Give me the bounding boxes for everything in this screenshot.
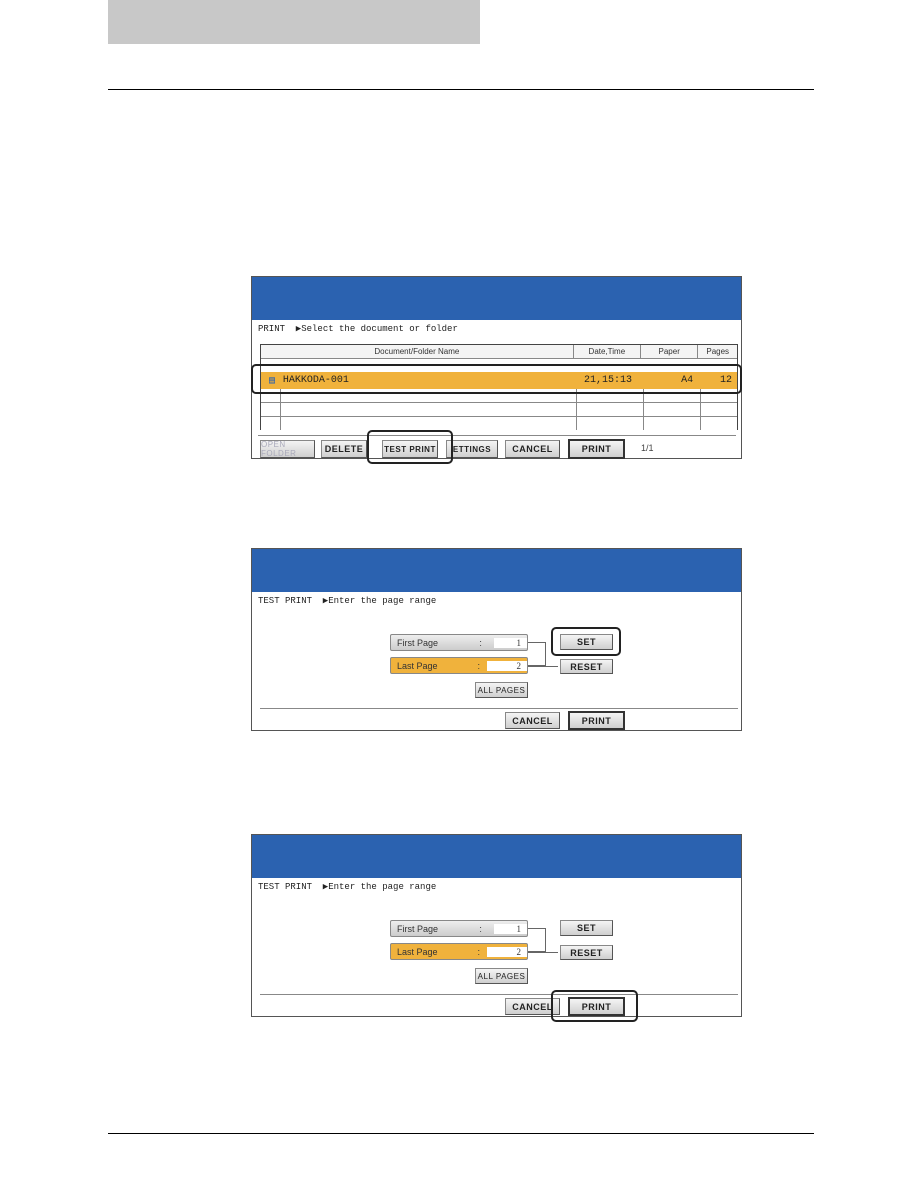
set-button[interactable]: SET: [560, 920, 613, 936]
reset-button[interactable]: RESET: [560, 945, 613, 960]
page-range-screen: TEST PRINT ▶Enter the page range First P…: [251, 834, 742, 1017]
col-name[interactable]: Document/Folder Name: [261, 345, 574, 358]
connector-line: [528, 952, 558, 953]
separator: :: [477, 660, 480, 671]
last-page-field[interactable]: Last Page : 2: [390, 943, 528, 960]
screen-prompt: TEST PRINT ▶Enter the page range: [258, 596, 437, 606]
col-paper[interactable]: Paper: [641, 345, 699, 358]
delete-button[interactable]: DELETE: [321, 440, 367, 458]
col-date[interactable]: Date,Time: [574, 345, 641, 358]
col-divider: [643, 389, 644, 430]
screen-header: [252, 549, 741, 592]
separator: :: [477, 946, 480, 957]
page-count: 1/1: [641, 443, 654, 453]
empty-rows: [261, 389, 737, 430]
last-page-label: Last Page: [397, 660, 438, 671]
print-button[interactable]: PRINT: [568, 711, 625, 730]
settings-button[interactable]: ETTINGS: [446, 440, 498, 458]
col-divider: [280, 389, 281, 430]
first-page-label: First Page: [397, 923, 439, 934]
last-page-value: 2: [486, 946, 527, 957]
screen-prompt: PRINT ▶Select the document or folder: [258, 324, 458, 334]
reset-button[interactable]: RESET: [560, 659, 613, 674]
screen-prompt: TEST PRINT ▶Enter the page range: [258, 882, 437, 892]
footer-rule: [108, 1133, 814, 1134]
col-divider: [700, 389, 701, 430]
page-range-screen: TEST PRINT ▶Enter the page range First P…: [251, 548, 742, 731]
connector-line: [528, 642, 546, 666]
first-page-value: 1: [493, 637, 527, 648]
callout-print: [551, 990, 638, 1022]
first-page-field[interactable]: First Page : 1: [390, 920, 528, 937]
first-page-value: 1: [493, 923, 527, 934]
callout-test-print: [367, 430, 453, 464]
header-rule: [108, 89, 814, 90]
first-page-field[interactable]: First Page : 1: [390, 634, 528, 651]
cancel-button[interactable]: CANCEL: [505, 712, 560, 729]
print-button[interactable]: PRINT: [568, 439, 625, 459]
screen-header: [252, 835, 741, 878]
chapter-header-bar: [108, 0, 480, 44]
divider: [260, 994, 738, 995]
last-page-value: 2: [486, 660, 527, 671]
last-page-label: Last Page: [397, 946, 438, 957]
col-pages[interactable]: Pages: [698, 345, 737, 358]
callout-selected-row: [251, 364, 742, 394]
table-header: Document/Folder Name Date,Time Paper Pag…: [261, 345, 737, 359]
divider: [258, 435, 736, 436]
first-page-label: First Page: [397, 637, 439, 648]
all-pages-button[interactable]: ALL PAGES: [475, 682, 528, 698]
connector-line: [528, 928, 546, 952]
callout-set: [551, 627, 621, 656]
cancel-button[interactable]: CANCEL: [505, 440, 560, 458]
divider: [260, 708, 738, 709]
all-pages-button[interactable]: ALL PAGES: [475, 968, 528, 984]
separator: :: [479, 923, 482, 934]
connector-line: [528, 666, 558, 667]
last-page-field[interactable]: Last Page : 2: [390, 657, 528, 674]
col-divider: [576, 389, 577, 430]
separator: :: [479, 637, 482, 648]
screen-header: [252, 277, 741, 320]
open-folder-button[interactable]: OPEN FOLDER: [260, 440, 315, 458]
